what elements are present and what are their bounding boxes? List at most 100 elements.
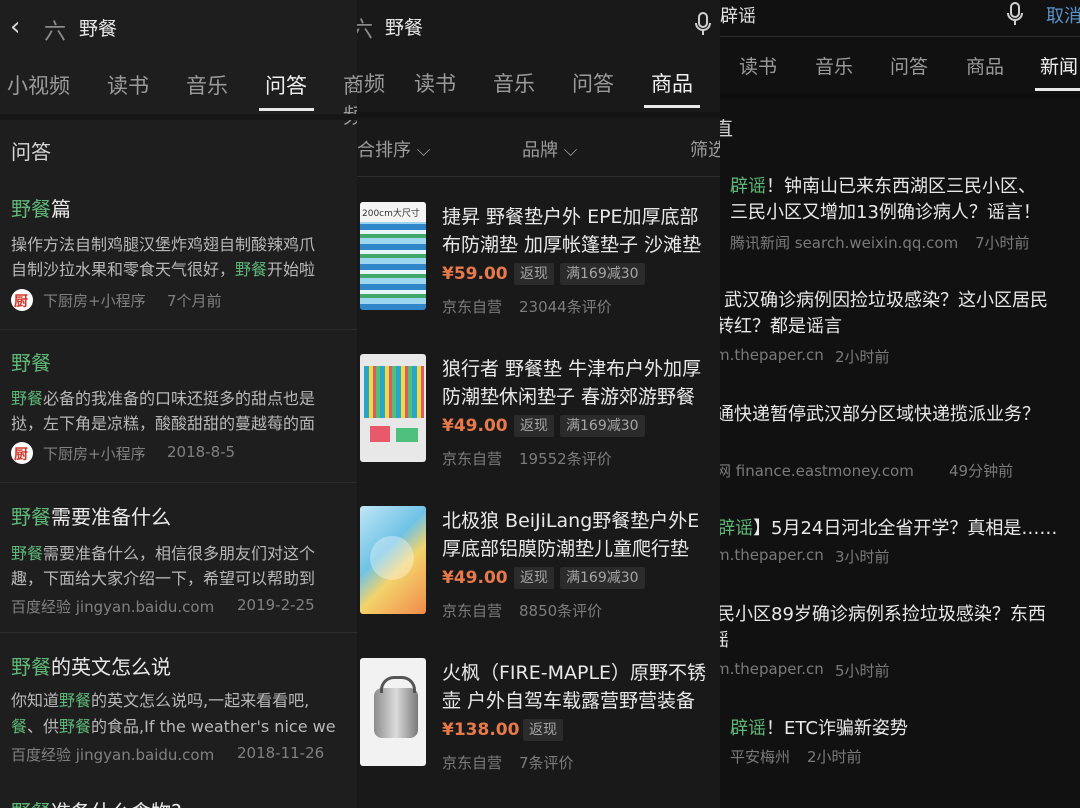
product-reviews: 8850条评价 — [519, 602, 603, 620]
active-tab-underline — [644, 105, 700, 108]
news-title-line1: 民小区89岁确诊病例系捡垃圾感染？东西 — [720, 604, 1046, 625]
chef-app-icon: 厨 — [11, 289, 33, 311]
microphone-icon[interactable] — [1006, 2, 1024, 30]
qa-result-5-title[interactable]: 野餐准备什么食物? — [11, 796, 182, 808]
tab-products[interactable]: 商品 — [651, 68, 693, 98]
six-mark-icon: 六 — [357, 18, 374, 43]
back-icon[interactable]: ‹ — [10, 12, 20, 42]
qa-result-3[interactable]: 野餐需要准备什么 野餐需要准备什么，相信很多朋友们对这个 趣，下面给大家介绍一下… — [0, 484, 362, 634]
product-shop: 京东自营 — [442, 602, 503, 620]
news-source: 平安梅州 — [730, 748, 791, 766]
tab-music[interactable]: 音乐 — [493, 68, 535, 98]
result-title: 野餐 — [11, 351, 51, 375]
cashback-tag: 返现 — [514, 263, 554, 285]
search-query[interactable]: 野餐 — [385, 13, 423, 40]
news-item-4[interactable]: 辟谣】5月24日河北全省开学？真相是…… m.thepaper.cn 3小时前 — [720, 510, 1080, 570]
product-card-4[interactable]: 火枫（FIRE-MAPLE）原野不锈 壶 户外自驾车载露营野营装备 ¥138.0… — [357, 652, 720, 782]
product-card-3[interactable]: 北极狼 BeiJiLang野餐垫户外E 厚底部铝膜防潮垫儿童爬行垫 ¥49.00… — [357, 500, 720, 630]
result-title: 野餐篇 — [11, 197, 71, 221]
product-title-line2: 防潮垫休闲垫子 春游郊游野餐 — [442, 386, 696, 408]
news-source: 网 finance.eastmoney.com — [720, 462, 914, 480]
product-title-line2: 布防潮垫 加厚帐篷垫子 沙滩垫 — [442, 234, 702, 256]
product-image-label: 200cm大尺寸 — [362, 209, 420, 219]
brand-filter[interactable]: 品牌 ⌵ — [522, 136, 577, 162]
tab-reading[interactable]: 读书 — [107, 70, 149, 100]
product-title-line1: 捷昇 野餐垫户外 EPE加厚底部 — [442, 206, 699, 228]
news-title-line1: 辟谣！ETC诈骗新姿势 — [730, 718, 908, 739]
news-source: 腾讯新闻 search.weixin.qq.com — [730, 234, 959, 252]
qa-result-2[interactable]: 野餐 野餐必备的我准备的口味还挺多的甜点也是 挞，左下角是凉糕，酸酸甜甜的蔓越莓… — [0, 330, 362, 480]
tab-qa[interactable]: 问答 — [890, 52, 928, 79]
news-time: 2小时前 — [835, 348, 890, 366]
news-title-line2: 谣 — [720, 626, 729, 652]
product-reviews: 19552条评价 — [519, 450, 612, 468]
news-title-line2: 三民小区又增加13例确诊病人？谣言！ — [730, 202, 1041, 223]
news-item-2[interactable]: 武汉确诊病例因捡垃圾感染？这小区居民 转红？都是谣言 m.thepaper.cn… — [720, 282, 1080, 372]
cashback-tag: 返现 — [514, 415, 554, 437]
tab-qa[interactable]: 问答 — [265, 70, 307, 100]
section-title: 问答 — [11, 140, 51, 164]
news-source: m.thepaper.cn — [720, 346, 824, 364]
tab-products[interactable]: 商品 — [966, 52, 1004, 79]
result-time: 2018-11-26 — [237, 744, 325, 762]
search-query[interactable]: 野餐 — [79, 14, 117, 41]
cashback-tag: 返现 — [523, 719, 563, 741]
news-time: 7小时前 — [975, 234, 1030, 252]
news-time: 49分钟前 — [949, 462, 1014, 480]
news-source: m.thepaper.cn — [720, 660, 824, 678]
product-price: ¥49.00 — [442, 568, 508, 588]
cancel-button[interactable]: 取消 — [1046, 2, 1080, 28]
result-source: 下厨房+小程序 — [43, 445, 146, 463]
product-image — [360, 506, 426, 614]
sort-filter[interactable]: 合排序 ⌵ — [357, 136, 430, 162]
microphone-icon[interactable] — [694, 12, 712, 40]
news-source: m.thepaper.cn — [720, 546, 824, 564]
news-title-line1: 武汉确诊病例因捡垃圾感染？这小区居民 — [724, 290, 1048, 311]
tab-reading[interactable]: 读书 — [414, 68, 456, 98]
product-image: 200cm大尺寸 — [360, 202, 426, 310]
result-snippet-line1: 操作方法自制鸡腿汉堡炸鸡翅自制酸辣鸡爪 — [11, 235, 316, 254]
news-item-6[interactable]: 辟谣！ETC诈骗新姿势 平安梅州 2小时前 — [720, 710, 1080, 770]
product-card-2[interactable]: 狼行者 野餐垫 牛津布户外加厚 防潮垫休闲垫子 春游郊游野餐 ¥49.00 返现… — [357, 348, 720, 478]
product-price: ¥138.00 — [442, 720, 520, 740]
product-shop: 京东自营 — [442, 298, 503, 316]
tab-news[interactable]: 新闻 — [1040, 52, 1078, 79]
news-title-line1: 辟谣】5月24日河北全省开学？真相是…… — [720, 518, 1058, 539]
product-title-line1: 火枫（FIRE-MAPLE）原野不锈 — [442, 662, 707, 684]
news-item-1[interactable]: 辟谣！钟南山已来东西湖区三民小区、 三民小区又增加13例确诊病人？谣言！ 腾讯新… — [720, 168, 1080, 258]
result-time: 2019-2-25 — [237, 596, 315, 614]
news-item-5[interactable]: 民小区89岁确诊病例系捡垃圾感染？东西 谣 m.thepaper.cn 5小时前 — [720, 596, 1080, 686]
product-shop: 京东自营 — [442, 754, 503, 772]
product-price: ¥59.00 — [442, 264, 508, 284]
section-title-partial: 直 — [720, 118, 734, 140]
chef-app-icon: 厨 — [11, 442, 33, 464]
product-reviews: 23044条评价 — [519, 298, 612, 316]
result-source: 百度经验 jingyan.baidu.com — [11, 598, 215, 616]
product-card-1[interactable]: 200cm大尺寸 捷昇 野餐垫户外 EPE加厚底部 布防潮垫 加厚帐篷垫子 沙滩… — [357, 196, 720, 326]
tab-music[interactable]: 音乐 — [815, 52, 853, 79]
news-title-line2: 转红？都是谣言 — [720, 316, 842, 337]
tab-qa[interactable]: 问答 — [572, 68, 614, 98]
tab-short-video[interactable]: 小视频 — [7, 70, 70, 100]
product-title-line2: 壶 户外自驾车载露营野营装备 — [442, 690, 696, 712]
screen-filter[interactable]: 筛选 — [690, 136, 720, 162]
result-source: 百度经验 jingyan.baidu.com — [11, 746, 215, 764]
tab-music[interactable]: 音乐 — [186, 70, 228, 100]
news-time: 5小时前 — [835, 662, 890, 680]
search-query[interactable]: 辟谣 — [720, 2, 756, 28]
result-snippet-line2: 自制沙拉水果和零食天气很好，野餐开始啦 — [11, 260, 316, 279]
tab-reading[interactable]: 读书 — [739, 52, 777, 79]
qa-result-4[interactable]: 野餐的英文怎么说 你知道野餐的英文怎么说吗,一起来看看吧, 餐、供野餐的食品,I… — [0, 634, 362, 784]
result-title: 野餐需要准备什么 — [11, 505, 171, 529]
tab-products-partial[interactable]: 商频 — [357, 68, 385, 98]
news-item-3[interactable]: 通快递暂停武汉部分区域快递揽派业务？ 网 finance.eastmoney.c… — [720, 396, 1080, 486]
result-snippet-line1: 你知道野餐的英文怎么说吗,一起来看看吧, — [11, 691, 310, 710]
result-snippet-line2: 餐、供野餐的食品,If the weather's nice we — [11, 717, 336, 736]
product-title-line1: 狼行者 野餐垫 牛津布户外加厚 — [442, 358, 702, 380]
product-shop: 京东自营 — [442, 450, 503, 468]
active-tab-underline — [259, 108, 314, 111]
qa-panel: ‹ 六 野餐 小视频 读书 音乐 问答 商频 问答 野餐篇 操作方法自制鸡腿汉堡… — [0, 0, 362, 808]
news-panel: 辟谣 取消 读书 音乐 问答 商品 新闻 直 辟谣！钟南山已来东西湖区三民小区、… — [720, 0, 1080, 808]
qa-result-1[interactable]: 野餐篇 操作方法自制鸡腿汉堡炸鸡翅自制酸辣鸡爪 自制沙拉水果和零食天气很好，野餐… — [0, 176, 362, 326]
result-snippet-line1: 野餐必备的我准备的口味还挺多的甜点也是 — [11, 389, 316, 408]
